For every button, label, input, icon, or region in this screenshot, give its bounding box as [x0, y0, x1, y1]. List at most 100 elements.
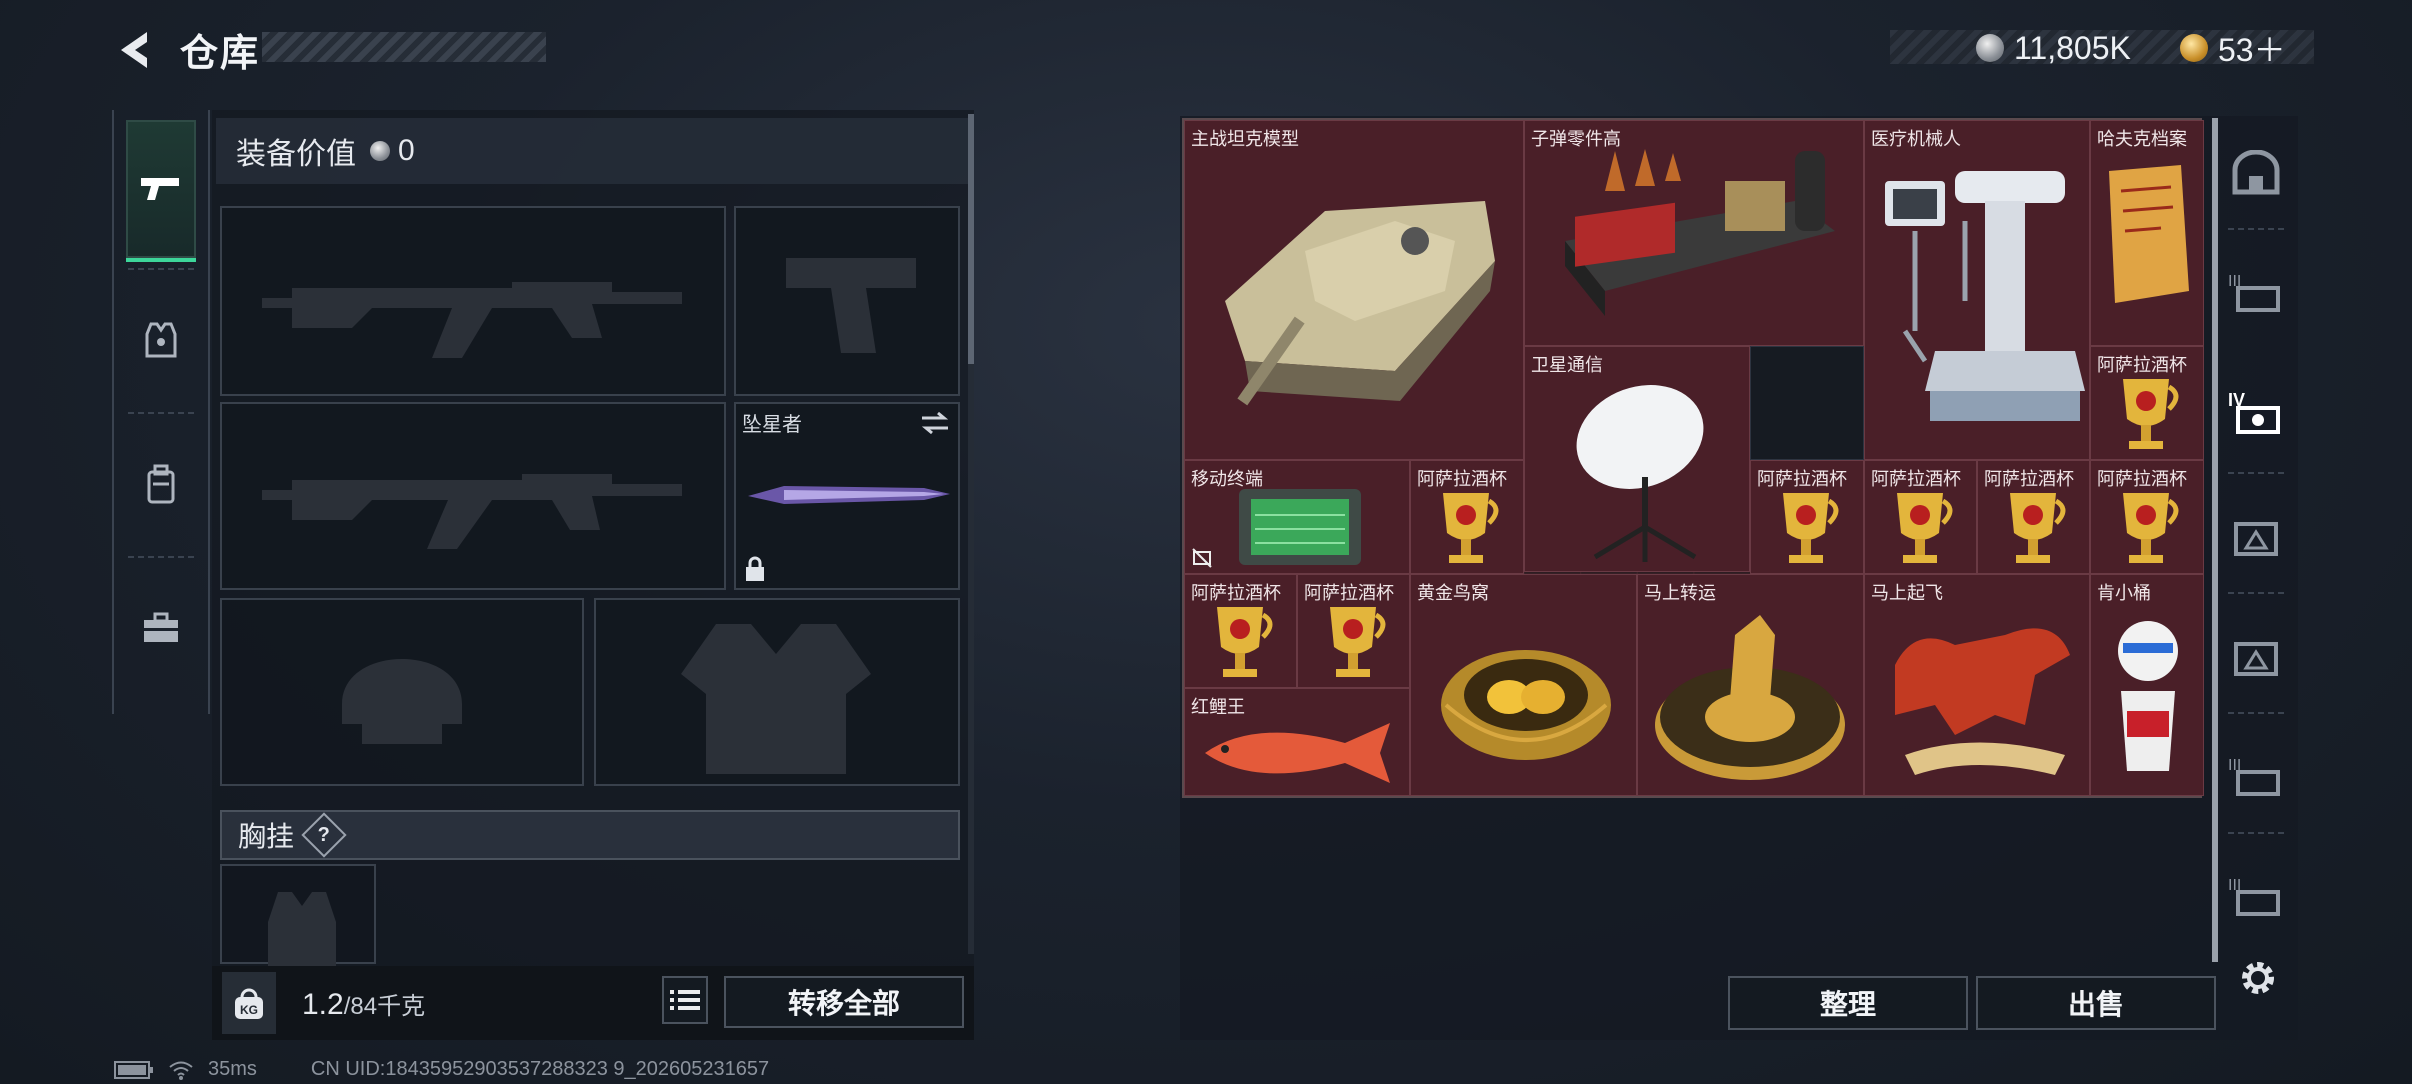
nav-case[interactable]: [114, 558, 208, 698]
stash-item-asara-goblet[interactable]: 阿萨拉酒杯: [1864, 460, 1977, 574]
tab-divider: [2228, 832, 2284, 834]
fortune-disc-icon: [1655, 615, 1845, 780]
empty-cell[interactable]: [1750, 346, 1864, 460]
stash-item-ammo-parts[interactable]: 子弹零件高: [1524, 120, 1864, 346]
vest-icon: [145, 322, 177, 358]
rifle-silhouette-icon: [262, 474, 682, 549]
satellite-dish-icon: [1576, 385, 1704, 562]
stash-item-asara-goblet[interactable]: 阿萨拉酒杯: [1977, 460, 2090, 574]
stash-item-haavk-file[interactable]: 哈夫克档案: [2090, 120, 2204, 346]
item-name: 马上起飞: [1871, 583, 1943, 603]
storage-tab-icon: [2234, 642, 2278, 676]
weight-max: /84千克: [343, 993, 426, 1020]
stash-tabs: III IV III III: [2214, 118, 2298, 970]
nav-backpack[interactable]: [114, 414, 208, 554]
help-icon[interactable]: ?: [301, 812, 347, 858]
uid-readout: CN UID:18435952903537288323 9_2026052316…: [310, 1058, 770, 1080]
nav-armor[interactable]: [114, 270, 208, 410]
ping-readout: 35ms: [208, 1058, 257, 1080]
stash-item-tank-model[interactable]: 主战坦克模型: [1184, 120, 1524, 460]
weight-readout: 1.2/84千克: [302, 986, 425, 1022]
stash-item-satellite-comm[interactable]: 卫星通信: [1524, 346, 1750, 572]
item-name: 哈夫克档案: [2097, 129, 2187, 149]
armor-silhouette-icon: [681, 624, 871, 774]
gold-coin-icon: [2180, 34, 2208, 62]
stash-tab-6[interactable]: III: [2214, 722, 2298, 832]
wifi-icon: [169, 1061, 193, 1080]
medical-robot-icon: [1885, 171, 2085, 421]
equipment-value-bar: 装备价值 0: [216, 118, 970, 184]
stash-tab-7[interactable]: III: [2214, 842, 2298, 952]
goblet-icon: [2123, 493, 2179, 563]
stash-item-red-carp[interactable]: 红鲤王: [1184, 688, 1410, 796]
item-name: 医疗机械人: [1871, 129, 1961, 149]
tab-divider: [2228, 472, 2284, 474]
stash-tab-3-active[interactable]: IV: [2214, 358, 2298, 468]
back-arrow-icon: [121, 32, 147, 68]
list-view-button[interactable]: [662, 976, 708, 1024]
back-button[interactable]: [108, 22, 158, 78]
stash-tab-1[interactable]: [2214, 118, 2298, 228]
sell-button[interactable]: 出售: [1976, 976, 2216, 1030]
armor-slot[interactable]: [594, 598, 960, 786]
tablet-icon: [1239, 489, 1361, 565]
primary-weapon-slot[interactable]: [220, 206, 726, 396]
item-name: 卫星通信: [1531, 355, 1603, 375]
status-footer: 35ms CN UID:18435952903537288323 9_20260…: [114, 1058, 769, 1081]
item-name: 黄金鸟窝: [1417, 583, 1489, 603]
stash-item-asara-goblet[interactable]: 阿萨拉酒杯: [1184, 574, 1297, 688]
storage-tab-icon: [2234, 522, 2278, 556]
goblet-icon: [1897, 493, 1953, 563]
chest-rig-slot[interactable]: [220, 864, 376, 966]
rifle-silhouette-icon: [262, 282, 682, 358]
stash-item-asara-goblet[interactable]: 阿萨拉酒杯: [2090, 460, 2204, 574]
melee-slot[interactable]: 坠星者: [734, 402, 960, 590]
red-carp-icon: [1205, 723, 1390, 783]
stash-item-asara-goblet[interactable]: 阿萨拉酒杯: [1750, 460, 1864, 574]
storage-tab-icon: III: [2228, 877, 2280, 916]
tab-divider: [2228, 592, 2284, 594]
stash-tab-5[interactable]: [2214, 602, 2298, 712]
transfer-all-button[interactable]: 转移全部: [724, 976, 964, 1028]
silver-currency: 11,805K: [1976, 28, 2131, 68]
gold-currency[interactable]: 53＋: [2180, 28, 2286, 68]
file-folder-icon: [2109, 165, 2189, 303]
stash-item-golden-nest[interactable]: 黄金鸟窝: [1410, 574, 1637, 796]
pistol-slot[interactable]: [734, 206, 960, 396]
list-icon: [670, 990, 700, 1010]
stash-item-horse-statue[interactable]: 马上起飞: [1864, 574, 2090, 796]
stash-item-fortune-wheel[interactable]: 马上转运: [1637, 574, 1864, 796]
chest-rig-bar[interactable]: 胸挂 ?: [220, 810, 960, 860]
item-name: 马上转运: [1644, 583, 1716, 603]
weight-current: 1.2: [302, 988, 344, 1021]
golden-nest-icon: [1441, 650, 1611, 760]
title-stripe: [262, 32, 546, 62]
silver-coin-icon: [370, 141, 390, 161]
stash-item-kfc-bucket[interactable]: 肯小桶: [2090, 574, 2204, 796]
sort-button[interactable]: 整理: [1728, 976, 1968, 1030]
secondary-weapon-slot[interactable]: [220, 402, 726, 590]
stash-item-mobile-terminal[interactable]: 移动终端: [1184, 460, 1410, 574]
stash-item-asara-goblet[interactable]: 阿萨拉酒杯: [2090, 346, 2204, 460]
nav-weapons[interactable]: [126, 120, 196, 262]
page-title: 仓库: [180, 33, 261, 75]
settings-button[interactable]: [2236, 956, 2280, 1000]
gear-icon: [2242, 962, 2274, 994]
knife-item-icon: [748, 486, 950, 504]
goblet-icon: [2010, 493, 2066, 563]
helmet-slot[interactable]: [220, 598, 584, 786]
stash-item-asara-goblet[interactable]: 阿萨拉酒杯: [1410, 460, 1524, 574]
stash-item-asara-goblet[interactable]: 阿萨拉酒杯: [1297, 574, 1410, 688]
colonel-figure-icon: [2118, 621, 2178, 771]
stash-tab-2[interactable]: III: [2214, 238, 2298, 348]
stash-tab-4[interactable]: [2214, 482, 2298, 592]
stash-item-medical-robot[interactable]: 医疗机械人: [1864, 120, 2090, 460]
pistol-icon: [141, 178, 179, 200]
backpack-icon: [147, 464, 175, 504]
silver-coin-icon: [1976, 34, 2004, 62]
swap-icon[interactable]: [920, 410, 950, 436]
loadout-scroll-thumb[interactable]: [968, 114, 974, 364]
help-glyph: ?: [317, 823, 331, 846]
gold-amount: 53＋: [2218, 32, 2286, 68]
no-trade-icon: [1192, 548, 1212, 568]
